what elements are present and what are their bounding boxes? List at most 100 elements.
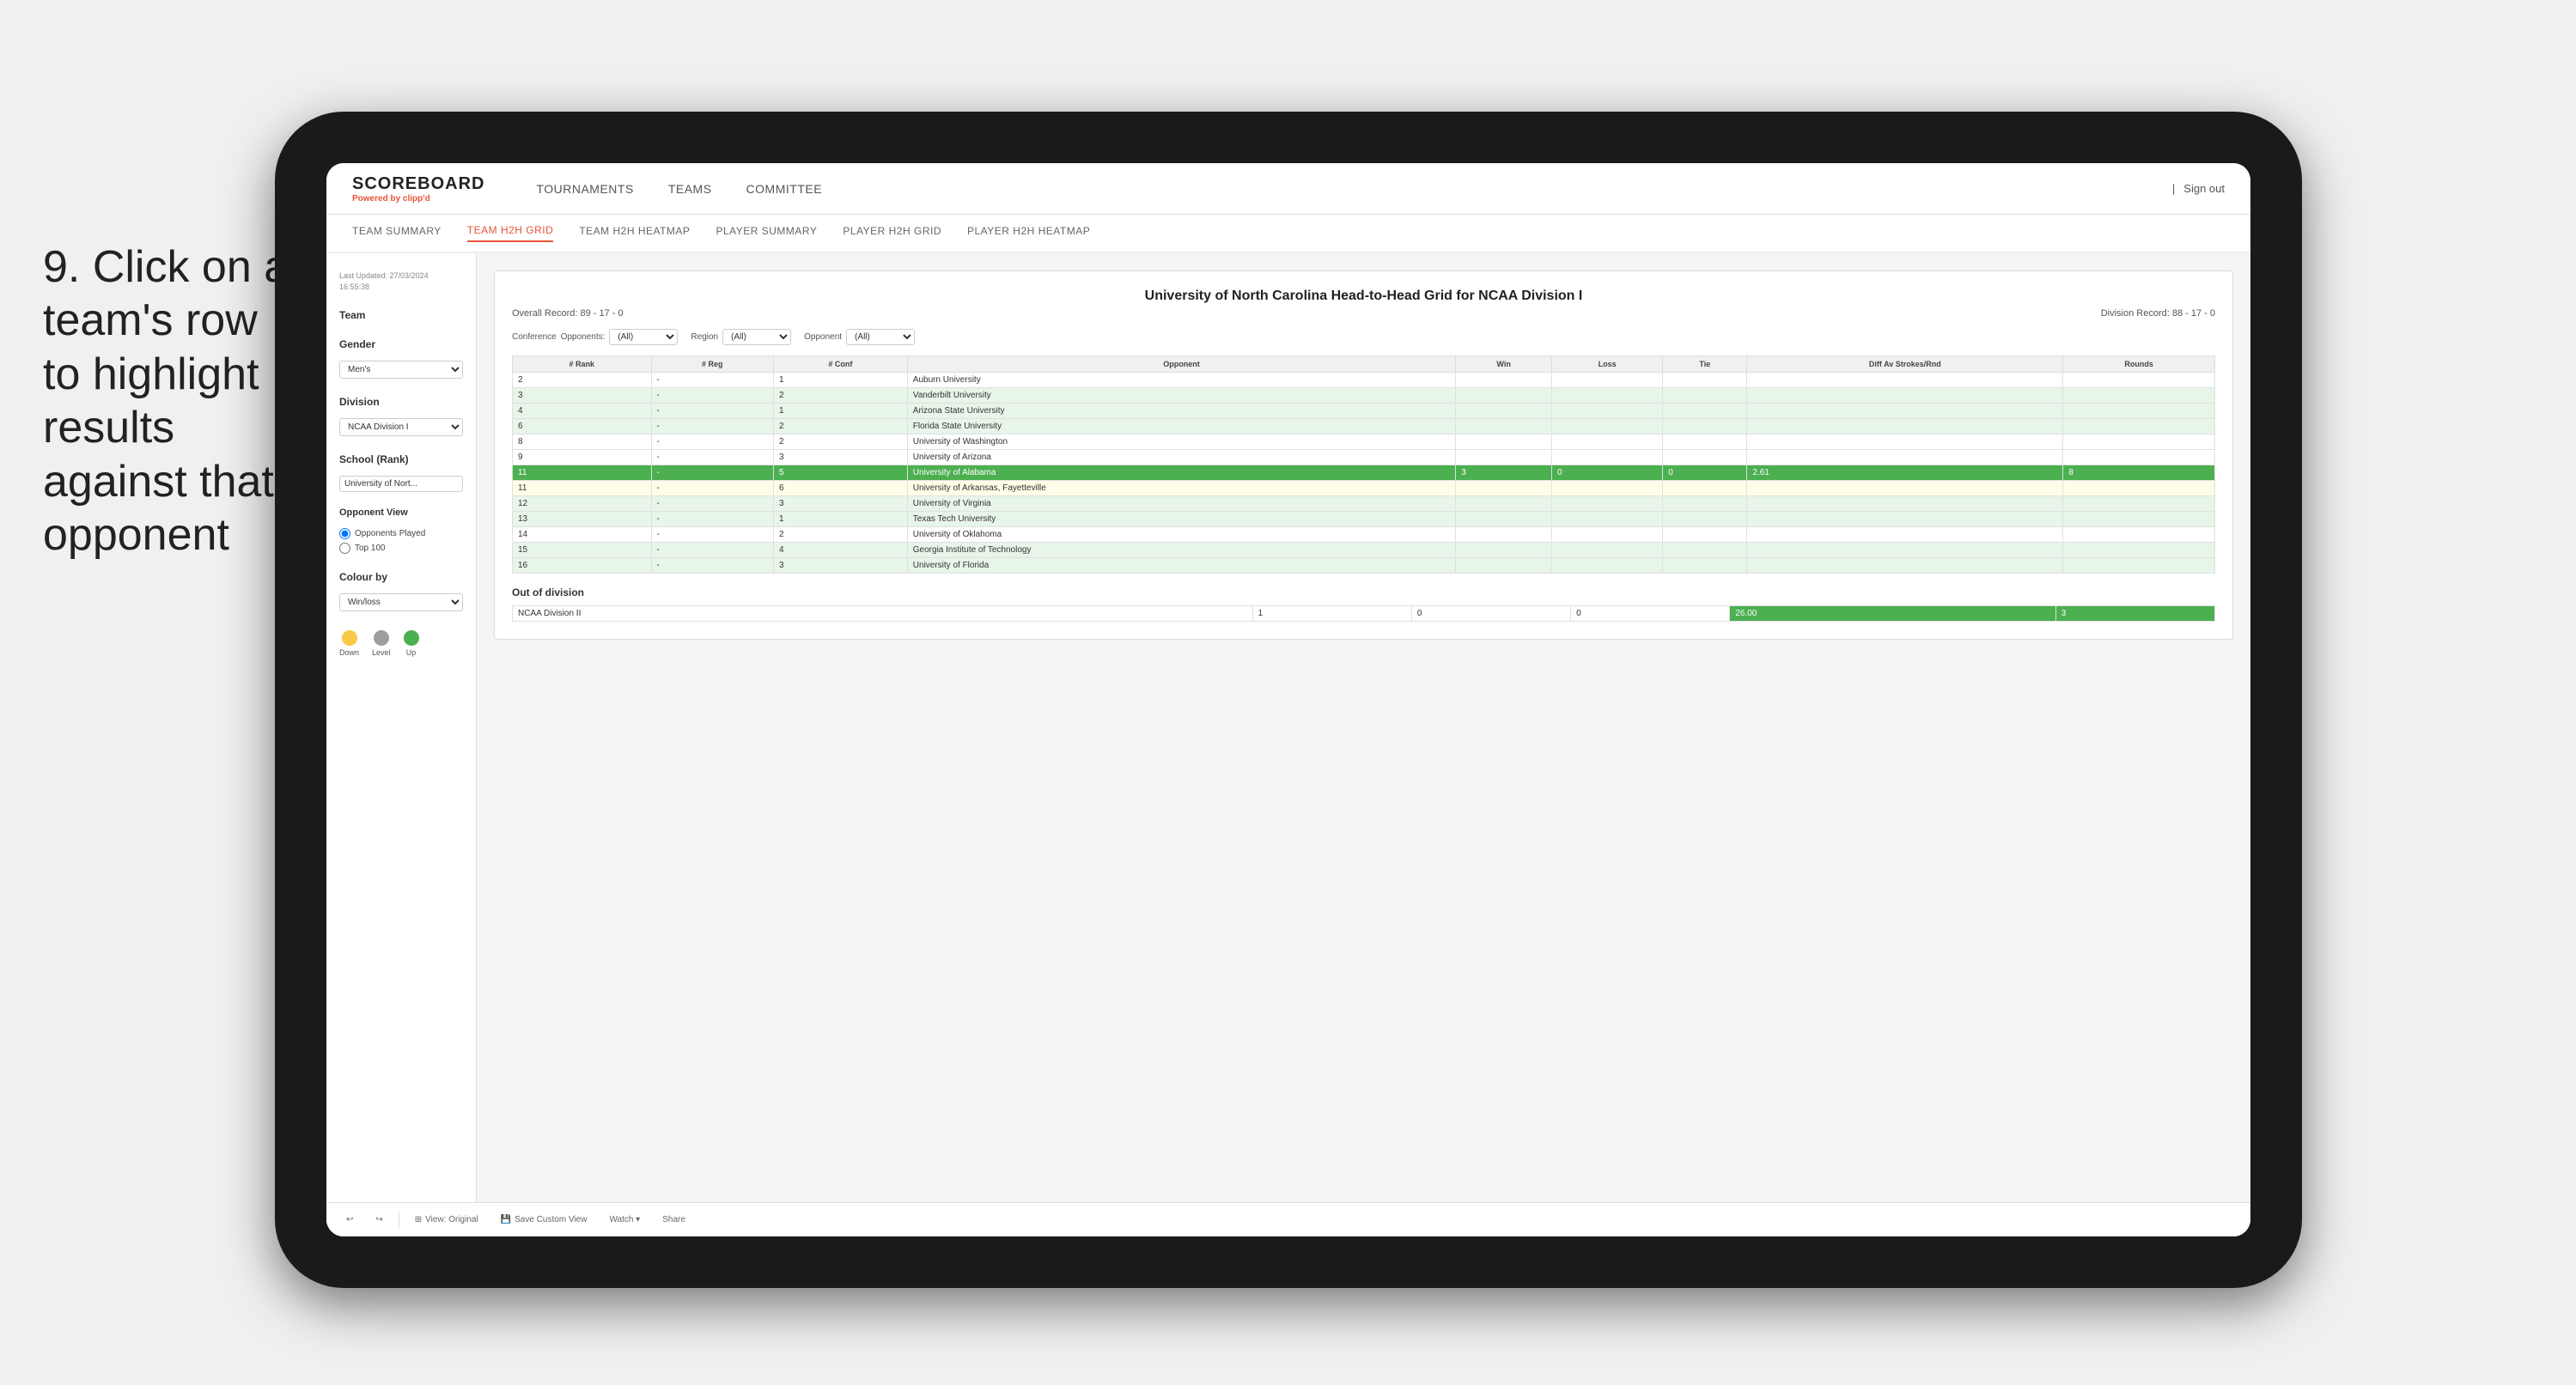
sidebar-colour-by-label: Colour by <box>339 571 463 583</box>
opponent-select[interactable]: (All) <box>846 329 915 345</box>
table-row[interactable]: 4-1Arizona State University <box>513 404 2215 419</box>
filters-row: Conference Opponents: (All) Region (All) <box>512 329 2215 345</box>
instruction-text: 9. Click on a team's row to highlight re… <box>43 240 301 562</box>
logo-area: SCOREBOARD Powered by clipp'd <box>352 174 484 203</box>
sidebar-last-updated: Last Updated: 27/03/2024 16:55:38 <box>339 270 463 292</box>
table-row[interactable]: 13-1Texas Tech University <box>513 512 2215 527</box>
main-content: Last Updated: 27/03/2024 16:55:38 Team G… <box>326 253 2250 1236</box>
sub-nav: TEAM SUMMARY TEAM H2H GRID TEAM H2H HEAT… <box>326 215 2250 253</box>
sidebar-gender-label: Gender <box>339 338 463 350</box>
col-rank: # Rank <box>513 356 652 373</box>
toolbar-watch[interactable]: Watch ▾ <box>602 1212 647 1227</box>
sidebar-gender-select[interactable]: Men's <box>339 361 463 379</box>
sidebar-division-label: Division <box>339 396 463 408</box>
legend-up-dot <box>404 630 419 646</box>
sidebar-opponent-radio-group: Opponents Played Top 100 <box>339 528 463 554</box>
save-icon: 💾 <box>501 1215 511 1224</box>
overall-record: Overall Record: 89 - 17 - 0 <box>512 308 624 319</box>
out-of-division-row[interactable]: NCAA Division II 1 0 0 26.00 3 <box>513 606 2215 622</box>
filter-region: Region (All) <box>691 329 791 345</box>
table-row[interactable]: 15-4Georgia Institute of Technology <box>513 543 2215 558</box>
nav-committee[interactable]: COMMITTEE <box>746 182 823 196</box>
col-loss: Loss <box>1552 356 1663 373</box>
toolbar-save[interactable]: 💾 Save Custom View <box>494 1212 594 1227</box>
out-of-division-header: Out of division <box>512 586 2215 598</box>
sidebar-colour-select[interactable]: Win/loss <box>339 593 463 611</box>
col-rounds: Rounds <box>2063 356 2215 373</box>
h2h-records: Overall Record: 89 - 17 - 0 Division Rec… <box>512 308 2215 319</box>
subnav-team-summary[interactable]: TEAM SUMMARY <box>352 225 442 241</box>
nav-tournaments[interactable]: TOURNAMENTS <box>536 182 633 196</box>
table-row[interactable]: 11-5University of Alabama3002.618 <box>513 465 2215 481</box>
table-row[interactable]: 11-6University of Arkansas, Fayetteville <box>513 481 2215 496</box>
legend-up: Up <box>404 630 419 657</box>
col-tie: Tie <box>1663 356 1747 373</box>
division-record: Division Record: 88 - 17 - 0 <box>2101 308 2215 319</box>
sidebar-division-select[interactable]: NCAA Division I <box>339 418 463 436</box>
table-row[interactable]: 8-2University of Washington <box>513 434 2215 450</box>
content-panel: University of North Carolina Head-to-Hea… <box>477 253 2250 1236</box>
sidebar-opponents-played[interactable]: Opponents Played <box>339 528 463 539</box>
bottom-toolbar: ↩ ↪ ⊞ View: Original 💾 Save Custom View … <box>326 1202 2250 1236</box>
sidebar-top100[interactable]: Top 100 <box>339 543 463 554</box>
logo-powered: Powered by clipp'd <box>352 194 484 203</box>
toolbar-redo[interactable]: ↪ <box>368 1212 389 1227</box>
sidebar-legend: Down Level Up <box>339 630 463 657</box>
table-row[interactable]: 3-2Vanderbilt University <box>513 388 2215 404</box>
col-diff: Diff Av Strokes/Rnd <box>1747 356 2063 373</box>
odd-loss: 0 <box>1411 606 1570 622</box>
sign-out-area: | Sign out <box>2172 182 2225 195</box>
region-select[interactable]: (All) <box>722 329 791 345</box>
filter-conference: Conference Opponents: (All) <box>512 329 678 345</box>
odd-tie: 0 <box>1571 606 1730 622</box>
odd-diff: 26.00 <box>1730 606 2055 622</box>
legend-down-dot <box>342 630 357 646</box>
table-row[interactable]: 14-2University of Oklahoma <box>513 527 2215 543</box>
toolbar-share[interactable]: Share <box>655 1212 692 1227</box>
view-icon: ⊞ <box>415 1215 422 1224</box>
out-of-division-table: NCAA Division II 1 0 0 26.00 3 <box>512 605 2215 622</box>
table-row[interactable]: 12-3University of Virginia <box>513 496 2215 512</box>
h2h-container: University of North Carolina Head-to-Hea… <box>494 270 2233 640</box>
tablet-frame: SCOREBOARD Powered by clipp'd TOURNAMENT… <box>275 112 2302 1288</box>
step-number: 9. <box>43 242 80 292</box>
col-reg: # Reg <box>651 356 774 373</box>
subnav-team-h2h-heatmap[interactable]: TEAM H2H HEATMAP <box>579 225 690 241</box>
instruction-body: Click on a team's row to highlight resul… <box>43 242 289 560</box>
legend-down: Down <box>339 630 359 657</box>
nav-teams[interactable]: TEAMS <box>668 182 712 196</box>
nav-links: TOURNAMENTS TEAMS COMMITTEE <box>536 182 2137 196</box>
sidebar-school-value: University of Nort... <box>339 476 463 492</box>
legend-level-dot <box>374 630 389 646</box>
odd-division-name: NCAA Division II <box>513 606 1253 622</box>
sidebar-team-label: Team <box>339 309 463 321</box>
sidebar: Last Updated: 27/03/2024 16:55:38 Team G… <box>326 253 477 1236</box>
h2h-table: # Rank # Reg # Conf Opponent Win Loss Ti… <box>512 355 2215 574</box>
subnav-team-h2h-grid[interactable]: TEAM H2H GRID <box>467 224 554 242</box>
table-header: # Rank # Reg # Conf Opponent Win Loss Ti… <box>513 356 2215 373</box>
table-row[interactable]: 6-2Florida State University <box>513 419 2215 434</box>
col-conf: # Conf <box>774 356 908 373</box>
sign-out-link[interactable]: Sign out <box>2183 182 2225 195</box>
tablet-screen: SCOREBOARD Powered by clipp'd TOURNAMENT… <box>326 163 2250 1236</box>
legend-level: Level <box>372 630 391 657</box>
table-row[interactable]: 2-1Auburn University <box>513 373 2215 388</box>
h2h-title: University of North Carolina Head-to-Hea… <box>512 289 2215 304</box>
toolbar-undo[interactable]: ↩ <box>339 1212 360 1227</box>
sidebar-school-label: School (Rank) <box>339 453 463 465</box>
odd-win: 1 <box>1252 606 1411 622</box>
subnav-player-h2h-heatmap[interactable]: PLAYER H2H HEATMAP <box>967 225 1090 241</box>
table-body: 2-1Auburn University3-2Vanderbilt Univer… <box>513 373 2215 574</box>
logo-scoreboard: SCOREBOARD <box>352 174 484 194</box>
subnav-player-summary[interactable]: PLAYER SUMMARY <box>716 225 817 241</box>
col-opponent: Opponent <box>907 356 1455 373</box>
table-row[interactable]: 16-3University of Florida <box>513 558 2215 574</box>
table-row[interactable]: 9-3University of Arizona <box>513 450 2215 465</box>
top-nav: SCOREBOARD Powered by clipp'd TOURNAMENT… <box>326 163 2250 215</box>
sidebar-opponent-view-label: Opponent View <box>339 507 463 518</box>
filter-opponent: Opponent (All) <box>804 329 915 345</box>
toolbar-view[interactable]: ⊞ View: Original <box>408 1212 485 1227</box>
subnav-player-h2h-grid[interactable]: PLAYER H2H GRID <box>843 225 941 241</box>
conference-select[interactable]: (All) <box>609 329 678 345</box>
odd-rounds: 3 <box>2055 606 2214 622</box>
